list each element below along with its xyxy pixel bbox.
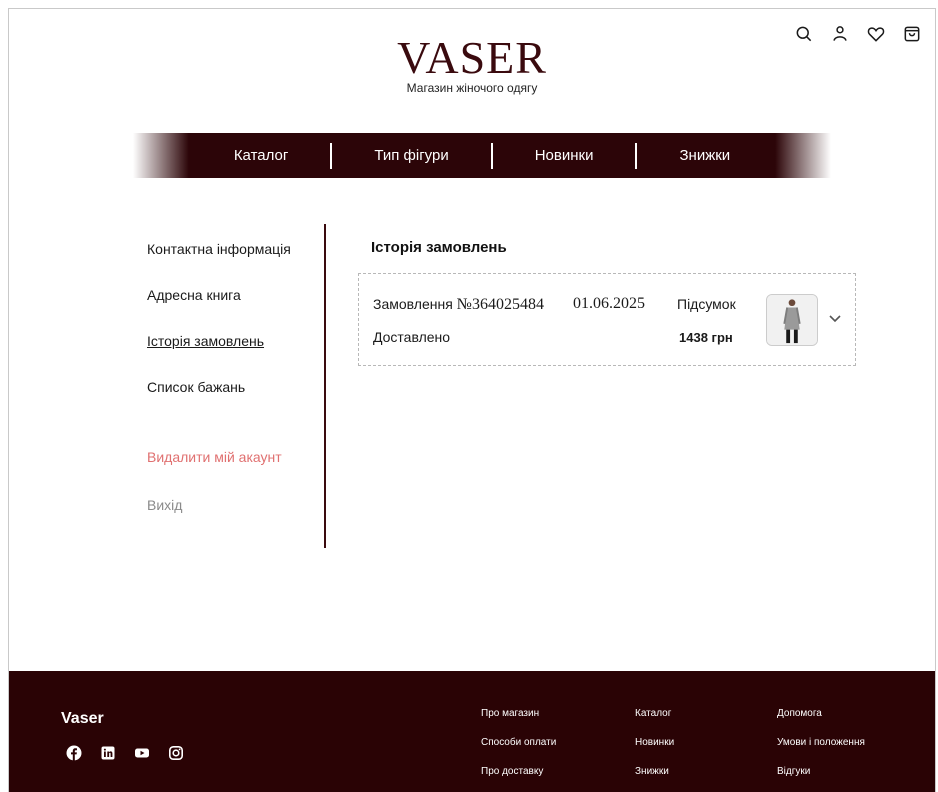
bag-icon[interactable] [901, 23, 923, 45]
footer-column-shop: Каталог Новинки Знижки [635, 708, 674, 792]
page-title: Історія замовлень [371, 239, 507, 256]
heart-icon[interactable] [865, 23, 887, 45]
sidebar-item-order-history[interactable]: Історія замовлень [147, 331, 291, 377]
chevron-down-icon[interactable] [827, 310, 843, 326]
instagram-icon[interactable] [167, 744, 185, 762]
user-icon[interactable] [829, 23, 851, 45]
account-sidebar: Контактна інформація Адресна книга Істор… [147, 239, 291, 541]
sidebar-item-address-book[interactable]: Адресна книга [147, 285, 291, 331]
facebook-icon[interactable] [65, 744, 83, 762]
footer-link-catalog[interactable]: Каталог [635, 708, 674, 737]
order-number: Замовлення №364025484 [373, 296, 544, 314]
sidebar-divider [324, 224, 326, 548]
footer-link-terms[interactable]: Умови і положення [777, 737, 865, 766]
footer-column-help: Допомога Умови і положення Відгуки [777, 708, 865, 792]
footer-link-help[interactable]: Допомога [777, 708, 865, 737]
footer-brand: Vaser [61, 710, 104, 727]
sidebar-item-delete-account[interactable]: Видалити мій акаунт [147, 447, 291, 495]
footer-link-payment[interactable]: Способи оплати [481, 737, 556, 766]
footer-link-about[interactable]: Про магазин [481, 708, 556, 737]
nav-item-body-type[interactable]: Тип фігури [332, 143, 490, 169]
nav-item-sale[interactable]: Знижки [637, 143, 772, 169]
brand-tagline: Магазин жіночого одягу [406, 81, 538, 95]
nav-item-new[interactable]: Новинки [493, 143, 636, 169]
footer-link-delivery[interactable]: Про доставку [481, 766, 556, 792]
order-status: Доставлено [373, 329, 451, 345]
footer-link-new[interactable]: Новинки [635, 737, 674, 766]
footer: Vaser Про магазин Способи оплати Про дос… [9, 671, 935, 792]
order-product-thumbnail[interactable] [766, 294, 818, 346]
order-date: 01.06.2025 [573, 295, 645, 312]
sidebar-item-wishlist[interactable]: Список бажань [147, 377, 291, 447]
order-label: Замовлення [373, 296, 453, 312]
nav-item-catalog[interactable]: Каталог [192, 143, 331, 169]
footer-link-reviews[interactable]: Відгуки [777, 766, 865, 792]
order-total-label: Підсумок [677, 296, 736, 312]
social-links [65, 744, 185, 762]
search-icon[interactable] [793, 23, 815, 45]
order-card[interactable]: Замовлення №364025484 01.06.2025 Доставл… [358, 273, 856, 366]
order-id: №364025484 [456, 296, 544, 313]
header-actions [793, 23, 923, 45]
main-nav: Каталог Тип фігури Новинки Знижки [133, 133, 831, 178]
footer-link-sale[interactable]: Знижки [635, 766, 674, 792]
youtube-icon[interactable] [133, 744, 151, 762]
order-total-value: 1438 грн [679, 330, 733, 345]
footer-column-about: Про магазин Способи оплати Про доставку [481, 708, 556, 792]
page: VASER Магазин жіночого одягу Каталог Тип… [8, 8, 936, 792]
sidebar-item-contact-info[interactable]: Контактна інформація [147, 239, 291, 285]
linkedin-icon[interactable] [99, 744, 117, 762]
sidebar-item-logout[interactable]: Вихід [147, 495, 291, 541]
